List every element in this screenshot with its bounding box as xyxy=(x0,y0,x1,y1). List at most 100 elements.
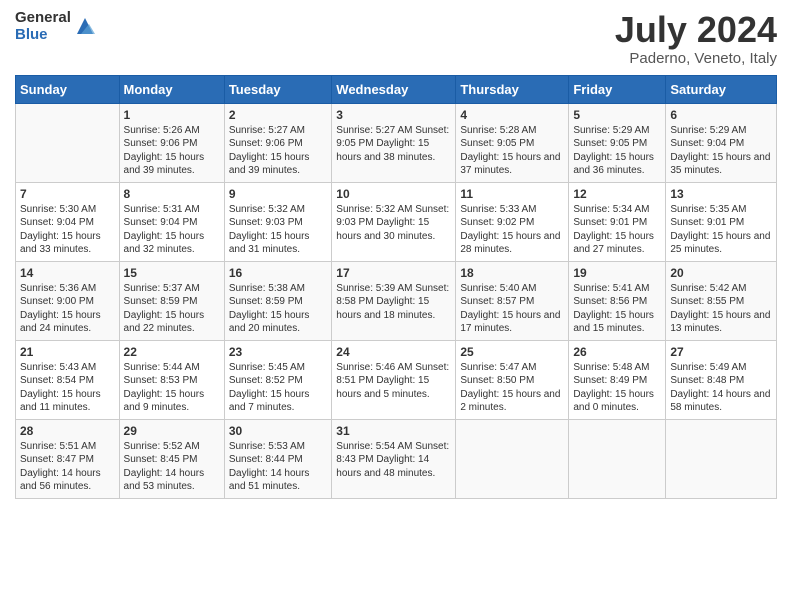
day-info: Sunrise: 5:29 AM Sunset: 9:04 PM Dayligh… xyxy=(670,124,772,178)
day-cell: 6 Sunrise: 5:29 AM Sunset: 9:04 PM Daylig… xyxy=(666,103,777,182)
logo: General Blue xyxy=(15,10,95,43)
day-cell: 9 Sunrise: 5:32 AM Sunset: 9:03 PM Daylig… xyxy=(224,182,331,261)
day-number: 28 xyxy=(20,424,115,438)
day-info: Sunrise: 5:51 AM Sunset: 8:47 PM Dayligh… xyxy=(20,440,115,494)
logo-blue: Blue xyxy=(15,27,71,44)
header-cell-tuesday: Tuesday xyxy=(224,75,331,103)
day-number: 10 xyxy=(336,187,451,201)
day-cell: 26 Sunrise: 5:48 AM Sunset: 8:49 PM Dayli… xyxy=(569,340,666,419)
header: General Blue July 2024 Paderno, Veneto, … xyxy=(15,10,777,67)
day-number: 6 xyxy=(670,108,772,122)
day-number: 14 xyxy=(20,266,115,280)
subtitle: Paderno, Veneto, Italy xyxy=(615,50,777,67)
day-info: Sunrise: 5:26 AM Sunset: 9:06 PM Dayligh… xyxy=(124,124,220,178)
day-cell: 21Sunrise: 5:43 AM Sunset: 8:54 PM Dayli… xyxy=(16,340,120,419)
logo-text: General Blue xyxy=(15,10,71,43)
day-number: 29 xyxy=(124,424,220,438)
calendar-table: SundayMondayTuesdayWednesdayThursdayFrid… xyxy=(15,75,777,499)
day-cell: 1 Sunrise: 5:26 AM Sunset: 9:06 PM Daylig… xyxy=(119,103,224,182)
day-number: 7 xyxy=(20,187,115,201)
day-cell: 14 Sunrise: 5:36 AM Sunset: 9:00 PM Dayli… xyxy=(16,261,120,340)
day-info: Sunrise: 5:27 AM Sunset: 9:05 PM Dayligh… xyxy=(336,124,451,165)
day-number: 1 xyxy=(124,108,220,122)
day-number: 15 xyxy=(124,266,220,280)
day-cell: 4Sunrise: 5:28 AM Sunset: 9:05 PM Daylig… xyxy=(456,103,569,182)
day-number: 23 xyxy=(229,345,327,359)
day-number: 16 xyxy=(229,266,327,280)
day-number: 21 xyxy=(20,345,115,359)
day-number: 31 xyxy=(336,424,451,438)
day-cell: 12Sunrise: 5:34 AM Sunset: 9:01 PM Dayli… xyxy=(569,182,666,261)
day-cell: 11Sunrise: 5:33 AM Sunset: 9:02 PM Dayli… xyxy=(456,182,569,261)
day-info: Sunrise: 5:34 AM Sunset: 9:01 PM Dayligh… xyxy=(573,203,661,257)
day-cell: 8 Sunrise: 5:31 AM Sunset: 9:04 PM Daylig… xyxy=(119,182,224,261)
day-info: Sunrise: 5:31 AM Sunset: 9:04 PM Dayligh… xyxy=(124,203,220,257)
week-row-4: 21Sunrise: 5:43 AM Sunset: 8:54 PM Dayli… xyxy=(16,340,777,419)
week-row-5: 28 Sunrise: 5:51 AM Sunset: 8:47 PM Dayli… xyxy=(16,419,777,498)
day-info: Sunrise: 5:46 AM Sunset: 8:51 PM Dayligh… xyxy=(336,361,451,402)
day-info: Sunrise: 5:36 AM Sunset: 9:00 PM Dayligh… xyxy=(20,282,115,336)
day-cell: 29Sunrise: 5:52 AM Sunset: 8:45 PM Dayli… xyxy=(119,419,224,498)
day-number: 2 xyxy=(229,108,327,122)
header-cell-sunday: Sunday xyxy=(16,75,120,103)
calendar-body: 1 Sunrise: 5:26 AM Sunset: 9:06 PM Daylig… xyxy=(16,103,777,498)
day-info: Sunrise: 5:53 AM Sunset: 8:44 PM Dayligh… xyxy=(229,440,327,494)
day-cell xyxy=(456,419,569,498)
day-cell: 23 Sunrise: 5:45 AM Sunset: 8:52 PM Dayli… xyxy=(224,340,331,419)
title-area: July 2024 Paderno, Veneto, Italy xyxy=(615,10,777,67)
day-number: 26 xyxy=(573,345,661,359)
day-info: Sunrise: 5:47 AM Sunset: 8:50 PM Dayligh… xyxy=(460,361,564,415)
day-number: 24 xyxy=(336,345,451,359)
header-cell-friday: Friday xyxy=(569,75,666,103)
day-number: 22 xyxy=(124,345,220,359)
day-cell: 27Sunrise: 5:49 AM Sunset: 8:48 PM Dayli… xyxy=(666,340,777,419)
day-info: Sunrise: 5:42 AM Sunset: 8:55 PM Dayligh… xyxy=(670,282,772,336)
day-cell: 16Sunrise: 5:38 AM Sunset: 8:59 PM Dayli… xyxy=(224,261,331,340)
day-number: 8 xyxy=(124,187,220,201)
day-cell: 5Sunrise: 5:29 AM Sunset: 9:05 PM Daylig… xyxy=(569,103,666,182)
day-info: Sunrise: 5:32 AM Sunset: 9:03 PM Dayligh… xyxy=(229,203,327,257)
day-number: 30 xyxy=(229,424,327,438)
day-cell: 15 Sunrise: 5:37 AM Sunset: 8:59 PM Dayli… xyxy=(119,261,224,340)
day-info: Sunrise: 5:54 AM Sunset: 8:43 PM Dayligh… xyxy=(336,440,451,481)
main-title: July 2024 xyxy=(615,10,777,50)
day-number: 13 xyxy=(670,187,772,201)
day-info: Sunrise: 5:45 AM Sunset: 8:52 PM Dayligh… xyxy=(229,361,327,415)
day-cell: 24 Sunrise: 5:46 AM Sunset: 8:51 PM Dayli… xyxy=(332,340,456,419)
day-cell: 28 Sunrise: 5:51 AM Sunset: 8:47 PM Dayli… xyxy=(16,419,120,498)
day-number: 9 xyxy=(229,187,327,201)
day-number: 5 xyxy=(573,108,661,122)
day-number: 27 xyxy=(670,345,772,359)
header-cell-wednesday: Wednesday xyxy=(332,75,456,103)
day-info: Sunrise: 5:33 AM Sunset: 9:02 PM Dayligh… xyxy=(460,203,564,257)
header-cell-thursday: Thursday xyxy=(456,75,569,103)
day-cell xyxy=(569,419,666,498)
day-info: Sunrise: 5:35 AM Sunset: 9:01 PM Dayligh… xyxy=(670,203,772,257)
day-cell: 22Sunrise: 5:44 AM Sunset: 8:53 PM Dayli… xyxy=(119,340,224,419)
day-info: Sunrise: 5:27 AM Sunset: 9:06 PM Dayligh… xyxy=(229,124,327,178)
day-info: Sunrise: 5:40 AM Sunset: 8:57 PM Dayligh… xyxy=(460,282,564,336)
day-number: 3 xyxy=(336,108,451,122)
day-info: Sunrise: 5:39 AM Sunset: 8:58 PM Dayligh… xyxy=(336,282,451,323)
day-info: Sunrise: 5:28 AM Sunset: 9:05 PM Dayligh… xyxy=(460,124,564,178)
day-cell: 31 Sunrise: 5:54 AM Sunset: 8:43 PM Dayli… xyxy=(332,419,456,498)
day-info: Sunrise: 5:37 AM Sunset: 8:59 PM Dayligh… xyxy=(124,282,220,336)
day-number: 17 xyxy=(336,266,451,280)
day-cell: 20 Sunrise: 5:42 AM Sunset: 8:55 PM Dayli… xyxy=(666,261,777,340)
calendar-header: SundayMondayTuesdayWednesdayThursdayFrid… xyxy=(16,75,777,103)
logo-icon xyxy=(75,16,95,38)
day-cell xyxy=(666,419,777,498)
header-cell-saturday: Saturday xyxy=(666,75,777,103)
day-cell: 19 Sunrise: 5:41 AM Sunset: 8:56 PM Dayli… xyxy=(569,261,666,340)
day-number: 25 xyxy=(460,345,564,359)
day-number: 20 xyxy=(670,266,772,280)
day-cell: 17 Sunrise: 5:39 AM Sunset: 8:58 PM Dayli… xyxy=(332,261,456,340)
day-number: 19 xyxy=(573,266,661,280)
header-cell-monday: Monday xyxy=(119,75,224,103)
day-cell xyxy=(16,103,120,182)
day-info: Sunrise: 5:48 AM Sunset: 8:49 PM Dayligh… xyxy=(573,361,661,415)
week-row-2: 7Sunrise: 5:30 AM Sunset: 9:04 PM Daylig… xyxy=(16,182,777,261)
day-cell: 18Sunrise: 5:40 AM Sunset: 8:57 PM Dayli… xyxy=(456,261,569,340)
day-info: Sunrise: 5:41 AM Sunset: 8:56 PM Dayligh… xyxy=(573,282,661,336)
week-row-3: 14 Sunrise: 5:36 AM Sunset: 9:00 PM Dayli… xyxy=(16,261,777,340)
